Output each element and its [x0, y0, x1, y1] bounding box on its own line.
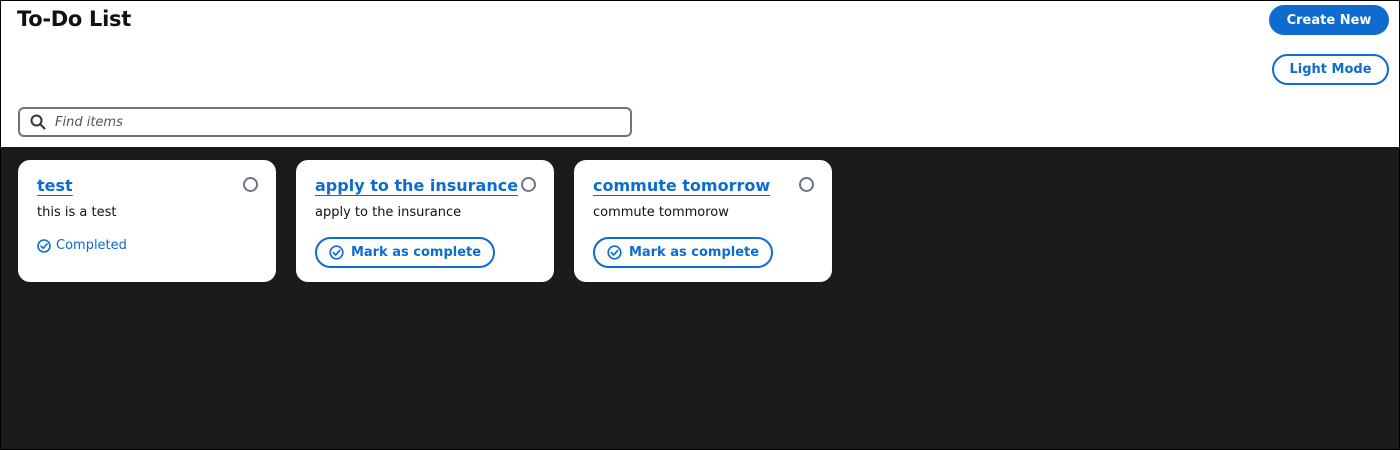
create-new-button[interactable]: Create New — [1269, 5, 1389, 35]
page-title: To-Do List — [17, 7, 131, 31]
check-circle-icon — [37, 238, 51, 253]
todo-card: apply to the insurance apply to the insu… — [296, 160, 554, 282]
todo-card: test this is a test Completed — [18, 160, 276, 282]
check-circle-icon — [607, 245, 622, 260]
select-radio[interactable] — [243, 177, 258, 192]
status-label: Completed — [56, 238, 127, 253]
todo-card: commute tomorrow commute tommorow Mark a… — [574, 160, 832, 282]
search-icon — [30, 114, 46, 130]
select-radio[interactable] — [521, 177, 536, 192]
mark-complete-label: Mark as complete — [628, 245, 760, 260]
todo-title-link[interactable]: apply to the insurance — [315, 176, 518, 195]
todo-title-link[interactable]: test — [37, 176, 73, 195]
search-input[interactable] — [55, 114, 615, 130]
todo-description: commute tommorow — [593, 205, 729, 220]
completed-status: Completed — [37, 238, 127, 253]
mark-complete-button[interactable]: Mark as complete — [315, 237, 495, 268]
light-mode-button[interactable]: Light Mode — [1272, 54, 1389, 85]
select-radio[interactable] — [799, 177, 814, 192]
todo-description: this is a test — [37, 205, 117, 220]
todo-description: apply to the insurance — [315, 205, 462, 220]
check-circle-icon — [329, 245, 344, 260]
search-box[interactable] — [18, 107, 632, 137]
todo-title-link[interactable]: commute tomorrow — [593, 176, 770, 195]
mark-complete-label: Mark as complete — [350, 245, 482, 260]
mark-complete-button[interactable]: Mark as complete — [593, 237, 773, 268]
